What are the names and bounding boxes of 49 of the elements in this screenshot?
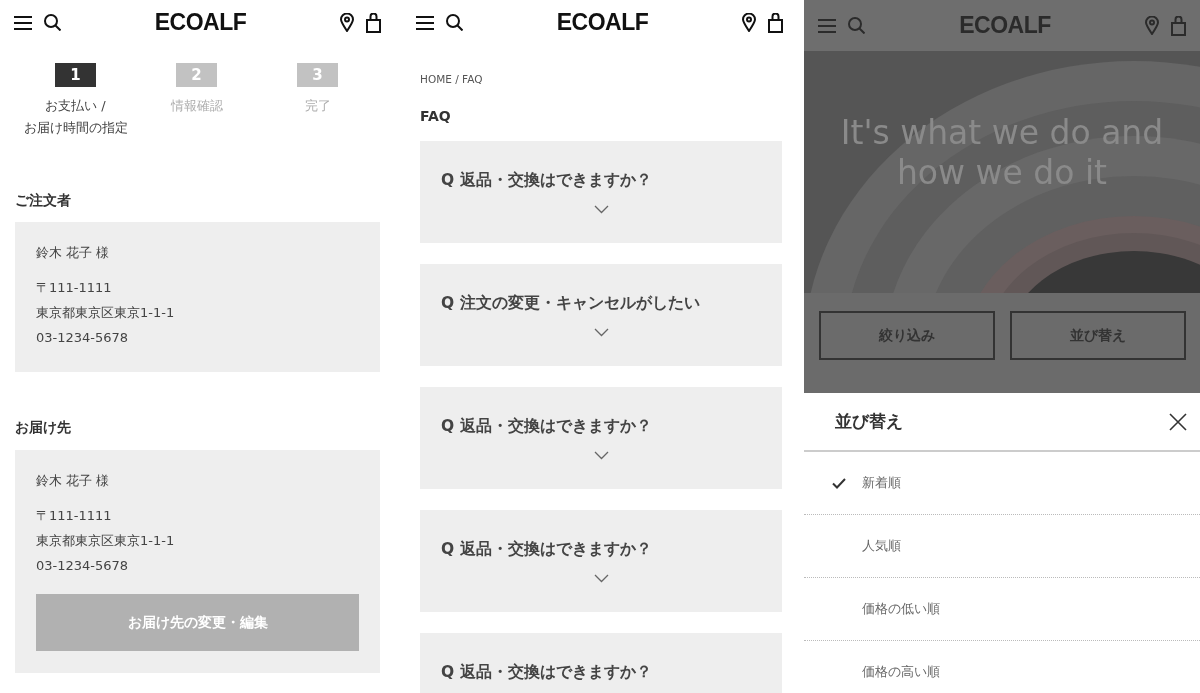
step-number: 2 <box>176 63 217 87</box>
breadcrumb: HOME / FAQ <box>419 72 484 87</box>
location-pin-icon[interactable] <box>742 13 756 32</box>
faq-question: Q 注文の変更・キャンセルがしたい <box>441 292 700 314</box>
faq-item[interactable]: Q 注文の変更・キャンセルがしたい <box>420 263 782 366</box>
logo: ECOALF <box>555 8 650 38</box>
option-label: 価格の低い順 <box>862 600 940 619</box>
faq-item[interactable]: Q 返品・交換はできますか？ <box>420 140 782 243</box>
faq-question: Q 返品・交換はできますか？ <box>441 415 652 437</box>
address-line: 東京都東京区東京1-1-1 <box>36 304 176 323</box>
page-title: FAQ <box>419 106 452 126</box>
recipient-name: 鈴木 花子 様 <box>36 471 111 490</box>
sort-option[interactable]: 価格の高い順 <box>804 641 1200 693</box>
step-label: お支払い / お届け時間の指定 <box>22 97 129 137</box>
section-title: ご注文者 <box>15 191 72 210</box>
sheet-title: 並び替え <box>835 409 903 433</box>
step-label: 情報確認 <box>169 97 224 115</box>
location-pin-icon[interactable] <box>340 13 354 32</box>
address-line: 〒111-1111 <box>36 506 113 525</box>
faq-item[interactable]: Q 返品・交換はできますか？ <box>420 386 782 489</box>
menu-icon[interactable] <box>14 15 32 30</box>
shopping-bag-icon[interactable] <box>768 12 783 33</box>
address-line: 〒111-1111 <box>36 279 113 298</box>
faq-question: Q 返品・交換はできますか？ <box>441 661 652 683</box>
shopping-bag-icon[interactable] <box>366 12 381 33</box>
faq-item[interactable]: Q 返品・交換はできますか？ <box>420 632 782 693</box>
recipient-name: 鈴木 花子 様 <box>36 244 111 263</box>
menu-icon[interactable] <box>416 15 434 30</box>
close-icon[interactable] <box>1169 412 1187 431</box>
faq-item[interactable]: Q 返品・交換はできますか？ <box>420 509 782 612</box>
step-number: 3 <box>297 63 338 87</box>
faq-question: Q 返品・交換はできますか？ <box>441 169 652 191</box>
address-line: 03-1234-5678 <box>36 556 130 575</box>
sort-option[interactable]: 人気順 <box>804 515 1200 578</box>
option-label: 人気順 <box>862 537 901 556</box>
sort-option[interactable]: 価格の低い順 <box>804 578 1200 641</box>
sort-option[interactable]: 新着順 <box>804 452 1200 515</box>
search-icon[interactable] <box>44 14 61 31</box>
step-number: 1 <box>55 63 96 87</box>
address-line: 東京都東京区東京1-1-1 <box>36 531 176 550</box>
logo: ECOALF <box>958 11 1052 41</box>
search-icon[interactable] <box>446 14 463 31</box>
section-title: お届け先 <box>15 418 72 438</box>
address-line: 03-1234-5678 <box>36 329 130 348</box>
logo: ECOALF <box>153 8 248 38</box>
faq-question: Q 返品・交換はできますか？ <box>441 538 652 560</box>
step-label: 完了 <box>303 97 332 115</box>
option-label: 価格の高い順 <box>862 663 940 682</box>
option-label: 新着順 <box>862 474 901 493</box>
